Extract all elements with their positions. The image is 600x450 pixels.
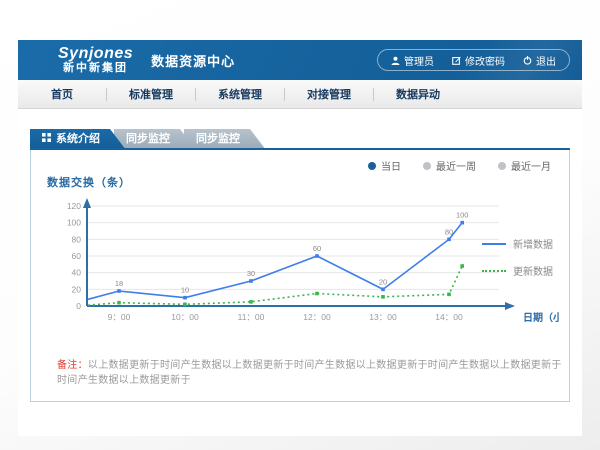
legend-item-new-data: 新增数据 (482, 236, 553, 251)
tab-sync-monitor-1[interactable]: 同步监控 (114, 129, 196, 150)
svg-text:120: 120 (67, 201, 81, 211)
tab-underline (30, 148, 570, 150)
grid-icon (42, 129, 51, 150)
logo-text-cn: 新中新集团 (63, 63, 128, 75)
svg-text:100: 100 (67, 218, 81, 228)
nav-item-system-mgmt[interactable]: 系统管理 (196, 86, 284, 102)
svg-text:14：00: 14：00 (435, 312, 463, 322)
radio-unselected-icon (498, 162, 506, 170)
green-dotted-line-icon (482, 270, 506, 272)
main-nav: 首页 标准管理 系统管理 对接管理 数据异动 (18, 80, 582, 109)
svg-text:30: 30 (247, 269, 255, 278)
nav-item-home[interactable]: 首页 (18, 86, 106, 102)
svg-text:18: 18 (115, 279, 123, 288)
svg-text:0: 0 (76, 301, 81, 311)
svg-text:10: 10 (181, 286, 189, 295)
time-range-filters: 当日 最近一周 最近一月 (368, 158, 551, 173)
chart-panel: 当日 最近一周 最近一月 数据交换（条） 0204060801001209：00… (30, 150, 570, 402)
user-menu: 管理员 修改密码 退出 (377, 49, 570, 71)
nav-item-interface-mgmt[interactable]: 对接管理 (285, 86, 373, 102)
footnote-prefix: 备注： (57, 360, 88, 371)
footnote-text: 以上数据更新于时间产生数据以上数据更新于时间产生数据以上数据更新于时间产生数据以… (57, 360, 562, 386)
radio-selected-icon (368, 162, 376, 170)
logo-text-en: Synjones (58, 46, 133, 63)
svg-text:40: 40 (72, 268, 82, 278)
filter-last-month[interactable]: 最近一月 (498, 158, 551, 173)
header: Synjones 新中新集团 数据资源中心 管理员 修改密码 退出 (18, 40, 582, 80)
svg-text:100: 100 (456, 211, 469, 220)
page: Synjones 新中新集团 数据资源中心 管理员 修改密码 退出 (18, 40, 582, 436)
legend-item-updated-data: 更新数据 (482, 263, 553, 278)
footnote: 备注：以上数据更新于时间产生数据以上数据更新于时间产生数据以上数据更新于时间产生… (57, 356, 569, 386)
power-icon (523, 56, 532, 65)
svg-text:80: 80 (72, 234, 82, 244)
content-area: 系统介绍 同步监控 同步监控 当日 最近一周 (18, 109, 582, 402)
tab-system-intro[interactable]: 系统介绍 (30, 129, 126, 150)
svg-text:20: 20 (72, 284, 82, 294)
svg-text:60: 60 (72, 251, 82, 261)
svg-text:日期（小时）: 日期（小时） (523, 311, 559, 324)
radio-unselected-icon (423, 162, 431, 170)
page-title: 数据资源中心 (151, 51, 235, 70)
tab-sync-monitor-2[interactable]: 同步监控 (184, 129, 266, 150)
tab-bar: 系统介绍 同步监控 同步监控 (30, 129, 570, 150)
user-admin-button[interactable]: 管理员 (382, 53, 443, 68)
svg-text:11：00: 11：00 (238, 312, 265, 322)
svg-text:10：00: 10：00 (171, 312, 199, 322)
chart-legend: 新增数据 更新数据 (482, 236, 553, 278)
logout-button[interactable]: 退出 (514, 53, 565, 68)
blue-line-icon (482, 243, 506, 245)
svg-text:13：00: 13：00 (369, 312, 397, 322)
logo: Synjones 新中新集团 (58, 46, 133, 74)
svg-text:80: 80 (445, 227, 453, 236)
filter-last-week[interactable]: 最近一周 (423, 158, 476, 173)
user-icon (391, 56, 400, 65)
filter-today[interactable]: 当日 (368, 158, 401, 173)
svg-text:60: 60 (313, 244, 321, 253)
svg-text:9：00: 9：00 (108, 312, 131, 322)
y-axis-label: 数据交换（条） (47, 174, 131, 190)
svg-text:20: 20 (379, 277, 387, 286)
change-password-button[interactable]: 修改密码 (443, 53, 514, 68)
edit-icon (452, 56, 461, 65)
nav-item-data-change[interactable]: 数据异动 (374, 86, 462, 102)
nav-item-standard-mgmt[interactable]: 标准管理 (107, 86, 195, 102)
svg-text:12：00: 12：00 (303, 312, 331, 322)
